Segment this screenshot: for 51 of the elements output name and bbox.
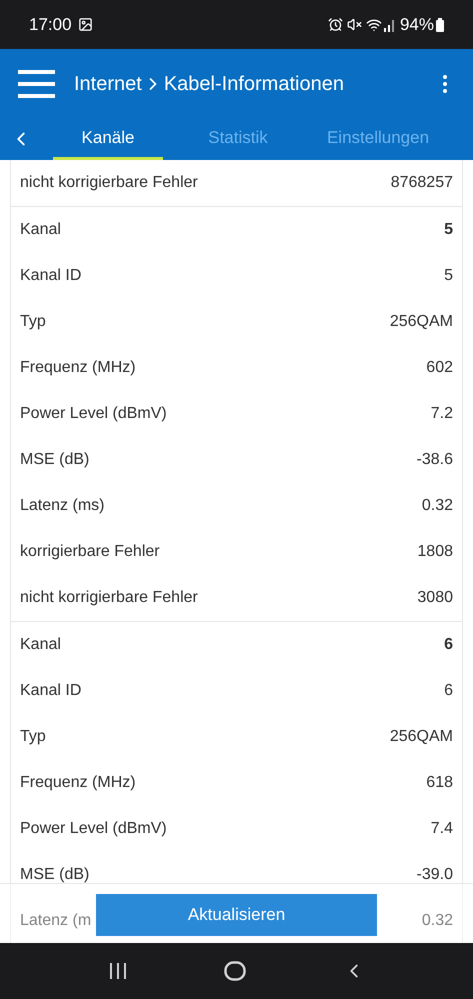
alarm-icon [328, 17, 343, 32]
row-value: 0.32 [422, 911, 453, 931]
row-label: Kanal ID [20, 681, 82, 701]
row-value: 256QAM [390, 312, 453, 332]
row-label: Frequenz (MHz) [20, 358, 136, 378]
row-value: 7.4 [430, 819, 453, 839]
row-label: Latenz (ms) [20, 496, 104, 516]
tab[interactable]: Kanäle [53, 118, 163, 160]
mute-icon [346, 17, 362, 32]
home-icon[interactable] [224, 961, 246, 981]
row-label: Latenz (m [20, 911, 92, 931]
image-icon [78, 17, 93, 32]
row-value: 7.2 [430, 404, 453, 424]
row-label: Power Level (dBmV) [20, 404, 167, 424]
row-label: nicht korrigierbare Fehler [20, 588, 198, 608]
row-label: Typ [20, 727, 46, 747]
row-value: 6 [444, 635, 453, 655]
row-label: Kanal [20, 220, 61, 240]
clock-time: 17:00 [29, 14, 72, 36]
battery-icon [436, 18, 444, 32]
row-value: -38.6 [416, 450, 453, 470]
row-label: Power Level (dBmV) [20, 819, 167, 839]
breadcrumb-link[interactable]: Internet [74, 68, 142, 98]
row-value: 1808 [417, 542, 453, 562]
menu-icon[interactable] [18, 70, 55, 98]
tab[interactable]: Einstellungen [303, 118, 453, 160]
row-value: 5 [444, 220, 453, 240]
row-value: 5 [444, 266, 453, 286]
wifi-icon [366, 16, 382, 32]
row-label: Typ [20, 312, 46, 332]
page-title: Kabel-Informationen [164, 72, 344, 96]
recent-apps-icon[interactable] [108, 962, 126, 980]
row-value: 8768257 [390, 173, 453, 193]
refresh-button[interactable]: Aktualisieren [96, 894, 377, 936]
row-label: Frequenz (MHz) [20, 773, 136, 793]
tab[interactable]: Statistik [183, 118, 293, 160]
row-value: -39.0 [416, 865, 453, 885]
row-value: 256QAM [390, 727, 453, 747]
row-label: nicht korrigierbare Fehler [20, 173, 198, 193]
row-label: Kanal ID [20, 266, 82, 286]
row-label: Kanal [20, 635, 61, 655]
row-label: MSE (dB) [20, 865, 90, 885]
row-value: 602 [426, 358, 453, 378]
row-value: 0.32 [422, 496, 453, 516]
row-value: 6 [444, 681, 453, 701]
row-label: korrigierbare Fehler [20, 542, 160, 562]
row-label: MSE (dB) [20, 450, 90, 470]
row-value: 618 [426, 773, 453, 793]
row-value: 3080 [417, 588, 453, 608]
signal-icon [384, 18, 396, 32]
battery-percent: 94% [400, 14, 434, 36]
